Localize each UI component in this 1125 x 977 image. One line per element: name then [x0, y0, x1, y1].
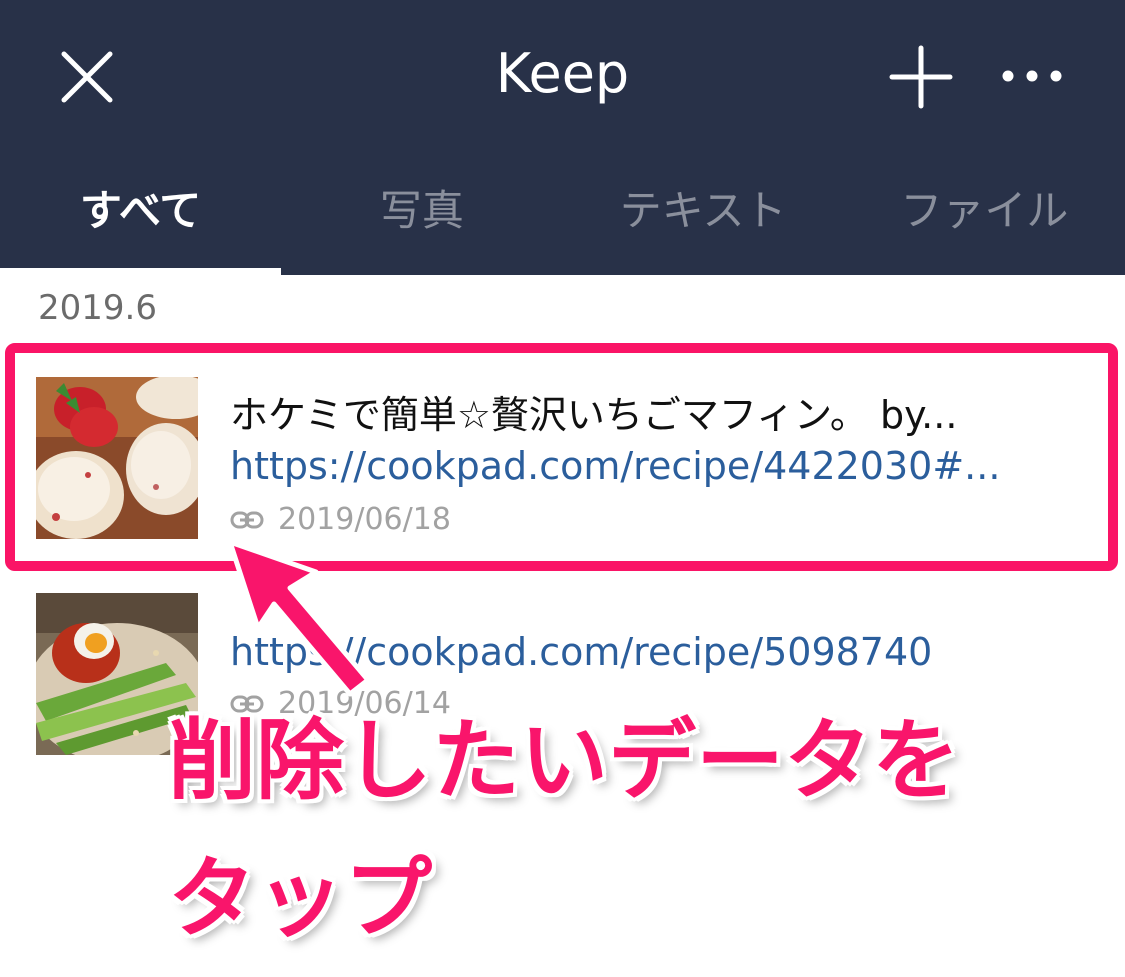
link-icon [230, 511, 264, 528]
item-meta: 2019/06/18 [230, 502, 451, 537]
more-options-button[interactable] [998, 56, 1066, 96]
item-date: 2019/06/18 [278, 502, 451, 537]
list-item[interactable]: ホケミで簡単☆贅沢いちごマフィン。 by... https://cookpad.… [0, 362, 1125, 562]
tab-all[interactable]: すべて [0, 176, 281, 246]
tab-photos[interactable]: 写真 [281, 176, 562, 246]
muffin-photo [36, 377, 198, 539]
add-button[interactable] [886, 42, 956, 112]
section-date-header: 2019.6 [38, 288, 157, 328]
item-title: ホケミで簡単☆贅沢いちごマフィン。 by... [230, 393, 958, 437]
app-header: Keep すべて 写真 テキスト ファイル [0, 0, 1125, 275]
plus-icon [889, 45, 953, 109]
item-thumbnail [36, 377, 198, 539]
item-link[interactable]: https://cookpad.com/recipe/4422030#... [230, 444, 1000, 488]
annotation-text: 削除したいデータを [168, 709, 961, 812]
item-link[interactable]: https://cookpad.com/recipe/5098740 [230, 630, 932, 674]
active-tab-indicator [0, 268, 281, 275]
tab-bar: すべて 写真 テキスト ファイル [0, 176, 1125, 246]
tab-files[interactable]: ファイル [844, 176, 1125, 246]
annotation-text: タップ [168, 847, 433, 950]
more-dots-icon [1002, 70, 1062, 82]
tab-text[interactable]: テキスト [563, 176, 844, 246]
page-title: Keep [495, 42, 630, 105]
